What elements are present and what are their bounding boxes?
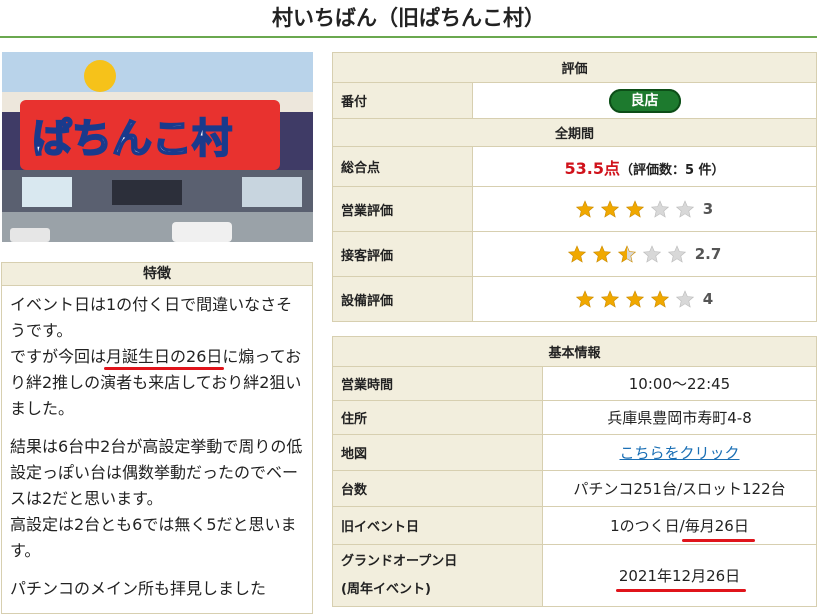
grand-open-label-line: グランドオープン日 <box>341 553 458 569</box>
star-full-icon <box>625 290 644 309</box>
map-link[interactable]: こちらをクリック <box>619 444 739 462</box>
evaluation-table: 評価 番付 良店 全期間 総合点 53.5点（評価数：5 件） 営業評価 3 接… <box>332 52 817 322</box>
address-label: 住所 <box>332 400 543 435</box>
feature-panel: 特徴 イベント日は1の付く日で間違いなさそうです。 ですが今回は月誕生日の26日に… <box>1 262 313 614</box>
map-cell: こちらをクリック <box>542 434 817 471</box>
rating-cell-facilities: 4 <box>472 276 817 322</box>
star-rating <box>567 245 693 264</box>
grand-open-cell: 2021年12月26日 <box>542 544 817 607</box>
map-label: 地図 <box>332 434 543 471</box>
star-full-icon <box>625 200 644 219</box>
evaluation-header: 評価 <box>332 52 817 83</box>
event-day-cell: 1のつく日/毎月26日 <box>542 506 817 545</box>
rating-value: 3 <box>702 200 714 219</box>
feature-paragraph: イベント日は1の付く日で間違いなさそうです。 ですが今回は月誕生日の26日に煽って… <box>10 292 304 422</box>
star-rating <box>575 200 701 219</box>
total-score: 53.5点 <box>564 158 620 178</box>
page-title: 村いちばん（旧ぱちんこ村） <box>272 6 545 30</box>
feature-text: イベント日は1の付く日で間違いなさそうです。 ですが今回は月誕生日の26日に煽って… <box>2 286 312 613</box>
store-sign: ぱちんこ村 <box>32 116 232 162</box>
hours-label: 営業時間 <box>332 366 543 401</box>
feature-text-line: パチンコのメイン所も拝見しました <box>10 579 267 598</box>
period-header: 全期間 <box>332 118 817 147</box>
rating-cell-sales: 3 <box>472 186 817 232</box>
machines-label: 台数 <box>332 470 543 507</box>
title-divider <box>0 36 817 38</box>
rating-count: （評価数：5 件） <box>619 162 725 178</box>
feature-header: 特徴 <box>2 263 312 286</box>
star-full-icon <box>600 200 619 219</box>
star-full-icon <box>600 290 619 309</box>
rank-label: 番付 <box>332 82 473 119</box>
address-value: 兵庫県豊岡市寿町4-8 <box>542 400 817 435</box>
hours-value: 10:00〜22:45 <box>542 366 817 401</box>
star-half-icon <box>617 245 636 264</box>
rating-label-sales: 営業評価 <box>332 186 473 232</box>
feature-paragraph: 結果は6台中2台が高設定挙動で周りの低設定っぽい台は偶数挙動だったのでベースは2… <box>10 434 304 564</box>
event-day-highlight: 毎月26日 <box>681 517 755 542</box>
star-empty-icon <box>642 245 661 264</box>
feature-text-line: 高設定は2台とも6では無く5だと思います。 <box>10 515 297 560</box>
star-full-icon <box>567 245 586 264</box>
star-full-icon <box>575 290 594 309</box>
star-rating <box>575 290 701 309</box>
rank-badge: 良店 <box>608 88 681 113</box>
machines-value: パチンコ251台/スロット122台 <box>542 470 817 507</box>
grand-open-value: 2021年12月26日 <box>615 567 747 592</box>
rating-label-facilities: 設備評価 <box>332 276 473 322</box>
star-full-icon <box>575 200 594 219</box>
total-score-cell: 53.5点（評価数：5 件） <box>472 146 817 187</box>
rating-value: 4 <box>702 290 714 309</box>
event-day-label: 旧イベント日 <box>332 506 543 545</box>
feature-text-line: イベント日は1の付く日で間違いなさそうです。 <box>10 295 293 340</box>
rank-cell: 良店 <box>472 82 817 119</box>
total-score-label: 総合点 <box>332 146 473 187</box>
event-day-value: 1のつく日/ <box>610 517 685 535</box>
star-empty-icon <box>675 200 694 219</box>
star-empty-icon <box>667 245 686 264</box>
highlight-underline: 月誕生日の26日 <box>106 347 223 366</box>
feature-text-line: ですが今回は <box>10 347 107 366</box>
rating-label-service: 接客評価 <box>332 231 473 277</box>
rating-value: 2.7 <box>694 245 722 264</box>
star-empty-icon <box>650 200 669 219</box>
feature-paragraph: パチンコのメイン所も拝見しました <box>10 576 304 602</box>
rating-cell-service: 2.7 <box>472 231 817 277</box>
feature-text-line: 結果は6台中2台が高設定挙動で周りの低設定っぽい台は偶数挙動だったのでベースは2… <box>10 437 303 508</box>
star-empty-icon <box>675 290 694 309</box>
grand-open-label: グランドオープン日 (周年イベント) <box>332 544 543 607</box>
store-photo: ぱちんこ村 <box>2 52 313 242</box>
star-full-icon <box>650 290 669 309</box>
star-full-icon <box>592 245 611 264</box>
basic-info-header: 基本情報 <box>332 336 817 367</box>
grand-open-label-sub: (周年イベント) <box>341 581 431 597</box>
basic-info-table: 基本情報 営業時間 10:00〜22:45 住所 兵庫県豊岡市寿町4-8 地図 … <box>332 336 817 607</box>
